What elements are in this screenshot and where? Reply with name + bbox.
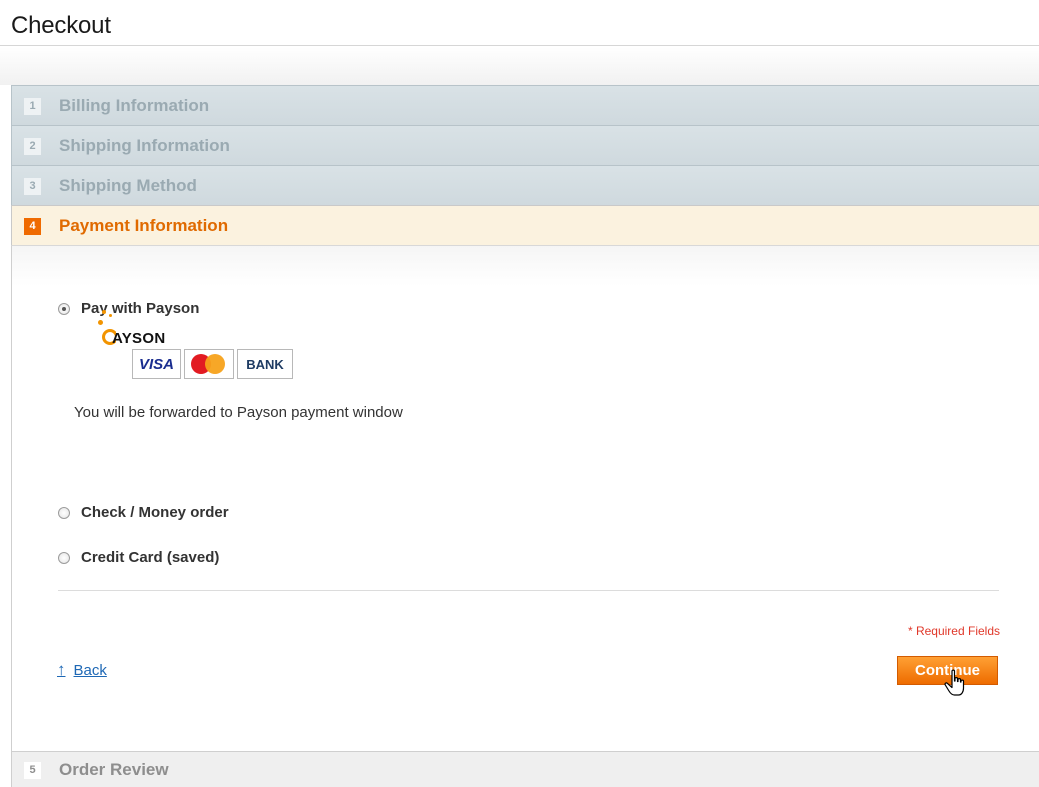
- radio-icon[interactable]: [58, 551, 70, 564]
- payson-logo-text: AYSON: [112, 330, 166, 347]
- step-label: Payment Information: [59, 216, 229, 235]
- step-shipping-information[interactable]: 2 Shipping Information: [11, 125, 1039, 165]
- step-number: 3: [24, 178, 41, 195]
- payment-method-label[interactable]: Check / Money order: [81, 504, 229, 521]
- step-number: 2: [24, 138, 41, 155]
- visa-text: VISA: [138, 355, 174, 373]
- mastercard-logo: [184, 349, 234, 379]
- step-number: 4: [24, 218, 41, 235]
- payment-method-check-money-order[interactable]: Check / Money order: [58, 504, 229, 521]
- hand-cursor-icon: [944, 669, 965, 696]
- step-shipping-method[interactable]: 3 Shipping Method: [11, 165, 1039, 205]
- step-payment-information[interactable]: 4 Payment Information: [11, 205, 1039, 245]
- back-arrow-icon: ↑: [57, 660, 66, 679]
- divider: [58, 590, 999, 591]
- page-title: Checkout: [11, 12, 111, 39]
- step-label: Billing Information: [59, 96, 210, 115]
- visa-logo: VISA: [132, 349, 181, 379]
- payment-method-payson[interactable]: Pay with Payson: [58, 300, 199, 317]
- page-header: Checkout: [0, 0, 1039, 46]
- back-link-label[interactable]: Back: [74, 662, 107, 679]
- step-label: Shipping Method: [59, 176, 197, 195]
- payment-method-label[interactable]: Credit Card (saved): [81, 549, 219, 566]
- step-order-review[interactable]: 5 Order Review: [11, 751, 1039, 787]
- payson-forward-note: You will be forwarded to Payson payment …: [74, 404, 403, 421]
- payment-method-label[interactable]: Pay with Payson: [81, 300, 199, 317]
- step-label: Order Review: [59, 760, 169, 779]
- payment-methods-panel: Pay with Payson AYSON VISA BANK You will…: [11, 245, 1039, 751]
- payment-method-credit-card[interactable]: Credit Card (saved): [58, 549, 219, 566]
- header-band: [0, 47, 1039, 85]
- card-logos: VISA BANK: [132, 349, 293, 379]
- radio-icon[interactable]: [58, 506, 70, 519]
- back-link[interactable]: ↑ Back: [57, 660, 107, 680]
- step-label: Shipping Information: [59, 136, 230, 155]
- step-number: 1: [24, 98, 41, 115]
- required-fields-note: * Required Fields: [907, 624, 1000, 638]
- bank-logo: BANK: [237, 349, 293, 379]
- radio-icon[interactable]: [58, 302, 70, 315]
- step-billing-information[interactable]: 1 Billing Information: [11, 85, 1039, 125]
- checkout-steps: 1 Billing Information 2 Shipping Informa…: [11, 85, 1039, 787]
- step-number: 5: [24, 762, 41, 779]
- bank-text: BANK: [246, 356, 284, 372]
